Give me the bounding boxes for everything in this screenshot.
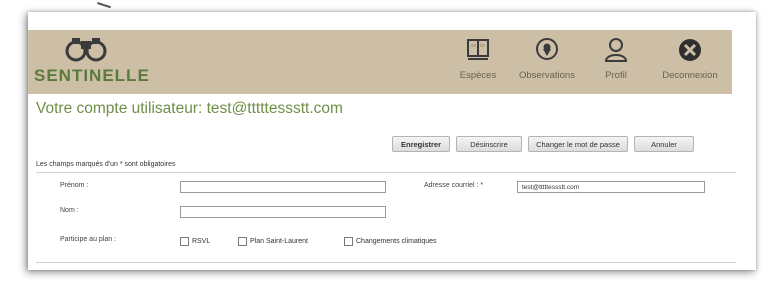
nav-profil[interactable]: Profil <box>584 30 648 94</box>
close-circle-icon <box>674 36 706 64</box>
plan-label: Participe au plan : <box>60 236 117 243</box>
cancel-button[interactable]: Annuler <box>634 136 694 152</box>
saint-laurent-label: Plan Saint-Laurent <box>250 238 308 245</box>
site-header: SENTINELLE Espèces Observations Profil D… <box>28 30 732 94</box>
user-icon <box>600 36 632 64</box>
save-button[interactable]: Enregistrer <box>392 136 450 152</box>
unsubscribe-button[interactable]: Désinscrire <box>456 136 522 152</box>
divider <box>36 172 736 173</box>
nav-observations[interactable]: Observations <box>510 30 584 94</box>
plan-option-saint-laurent[interactable]: Plan Saint-Laurent <box>238 237 308 246</box>
first-name-field[interactable] <box>180 181 386 193</box>
first-name-label: Prénom : <box>60 182 89 189</box>
binoculars-icon <box>64 36 108 62</box>
plan-option-rsvl[interactable]: RSVL <box>180 237 210 246</box>
book-icon <box>462 36 494 64</box>
nav-observations-label: Observations <box>519 70 575 81</box>
divider <box>36 262 736 263</box>
action-buttons: Enregistrer Désinscrire Changer le mot d… <box>392 136 694 152</box>
climate-label: Changements climatiques <box>356 238 437 245</box>
nav-profil-label: Profil <box>605 70 627 81</box>
last-name-field[interactable] <box>180 206 386 218</box>
nav-especes-label: Espèces <box>459 70 497 81</box>
last-name-label: Nom : <box>60 207 79 214</box>
email-field[interactable] <box>517 181 705 193</box>
plan-option-climate[interactable]: Changements climatiques <box>344 237 437 246</box>
logo-text: SENTINELLE <box>34 66 150 85</box>
main-nav: Espèces Observations Profil Deconnexion <box>446 30 732 94</box>
saint-laurent-checkbox[interactable] <box>238 237 247 246</box>
change-password-button[interactable]: Changer le mot de passe <box>528 136 628 152</box>
nav-especes[interactable]: Espèces <box>446 30 510 94</box>
page-title: Votre compte utilisateur: test@tttttesss… <box>36 100 343 117</box>
rsvl-label: RSVL <box>192 238 211 245</box>
climate-checkbox[interactable] <box>344 237 353 246</box>
nav-deconnexion[interactable]: Deconnexion <box>648 30 732 94</box>
logo[interactable]: SENTINELLE <box>34 36 154 92</box>
rsvl-checkbox[interactable] <box>180 237 189 246</box>
email-label: Adresse courriel : * <box>424 182 484 189</box>
nav-deconnexion-label: Deconnexion <box>662 70 718 81</box>
required-fields-note: Les champs marqués d'un * sont obligatoi… <box>36 161 176 168</box>
map-pin-icon <box>531 36 563 64</box>
